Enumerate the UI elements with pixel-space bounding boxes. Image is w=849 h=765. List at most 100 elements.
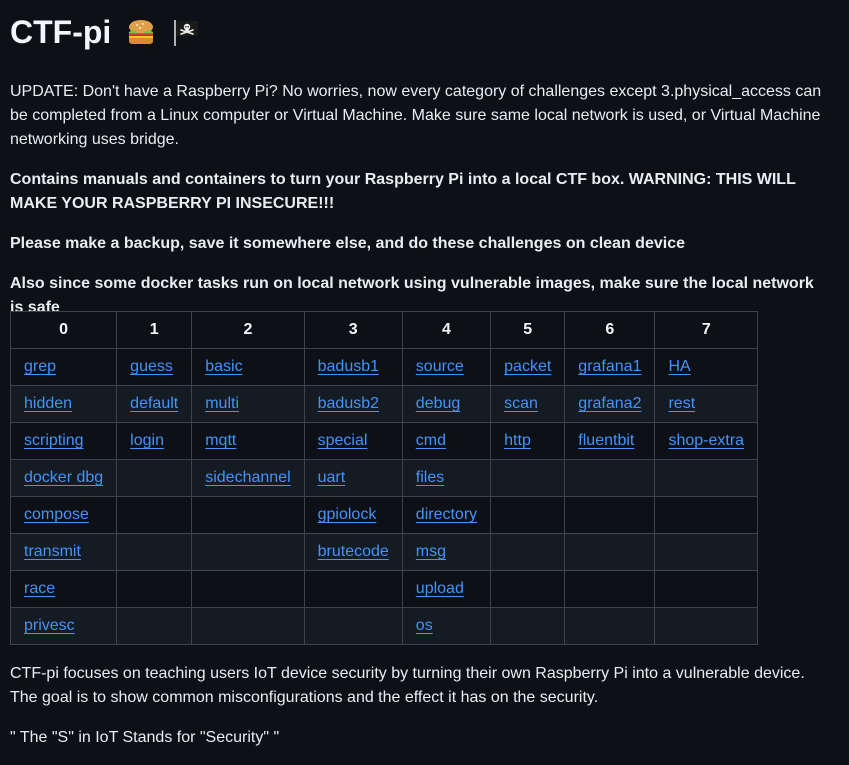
table-cell: grafana1 — [564, 348, 656, 386]
challenge-link-compose[interactable]: compose — [24, 506, 89, 523]
challenge-link-hidden[interactable]: hidden — [24, 395, 72, 412]
challenge-link-http[interactable]: http — [504, 432, 531, 449]
challenge-link-grafana2[interactable]: grafana2 — [578, 395, 641, 412]
challenge-link-special[interactable]: special — [318, 432, 368, 449]
challenge-link-shop-extra[interactable]: shop-extra — [668, 432, 744, 449]
table-cell — [116, 570, 193, 608]
challenge-link-ha[interactable]: HA — [668, 358, 690, 375]
table-row: privesc os — [9, 607, 759, 645]
table-cell: source — [401, 348, 492, 386]
table-cell: basic — [191, 348, 305, 386]
challenge-link-directory[interactable]: directory — [416, 506, 477, 523]
challenge-link-grafana1[interactable]: grafana1 — [578, 358, 641, 375]
table-cell: badusb2 — [303, 385, 403, 423]
table-cell — [490, 607, 566, 645]
table-cell — [490, 496, 566, 534]
challenge-link-os[interactable]: os — [416, 617, 433, 634]
table-cell: msg — [401, 533, 492, 571]
challenge-link-default[interactable]: default — [130, 395, 178, 412]
table-cell: badusb1 — [303, 348, 403, 386]
challenge-link-fluentbit[interactable]: fluentbit — [578, 432, 634, 449]
table-cell — [564, 570, 656, 608]
table-cell — [116, 496, 193, 534]
table-cell: compose — [9, 496, 118, 534]
table-cell — [116, 533, 193, 571]
quote-paragraph: " The "S" in IoT Stands for "Security" " — [10, 729, 280, 746]
table-cell: privesc — [9, 607, 118, 645]
challenge-link-uart[interactable]: uart — [318, 469, 346, 486]
table-cell: shop-extra — [654, 422, 759, 460]
column-header-7: 7 — [654, 311, 759, 349]
table-cell — [654, 570, 759, 608]
table-row: hidden default multi badusb2 debug scan grafan… — [9, 385, 759, 423]
challenge-link-files[interactable]: files — [416, 469, 444, 486]
table-cell — [564, 459, 656, 497]
challenge-link-multi[interactable]: multi — [205, 395, 239, 412]
column-header-0: 0 — [9, 311, 118, 349]
challenge-link-source[interactable]: source — [416, 358, 464, 375]
table-cell — [191, 607, 305, 645]
table-cell — [490, 459, 566, 497]
challenge-table: 01234567 grep guess basic badusb1 source pack… — [9, 311, 759, 645]
challenge-link-grep[interactable]: grep — [24, 358, 56, 375]
challenge-link-sidechannel[interactable]: sidechannel — [205, 469, 290, 486]
column-header-2: 2 — [191, 311, 305, 349]
table-cell — [303, 570, 403, 608]
table-cell: special — [303, 422, 403, 460]
challenge-link-brutecode[interactable]: brutecode — [318, 543, 389, 560]
table-cell: os — [401, 607, 492, 645]
challenge-link-docker-dbg[interactable]: docker dbg — [24, 469, 103, 486]
table-row: grep guess basic badusb1 source packet grafana… — [9, 348, 759, 386]
challenge-link-packet[interactable]: packet — [504, 358, 551, 375]
table-row: transmit brutecode msg — [9, 533, 759, 571]
challenge-link-guess[interactable]: guess — [130, 358, 173, 375]
table-cell — [191, 533, 305, 571]
table-cell: scripting — [9, 422, 118, 460]
table-cell — [490, 570, 566, 608]
table-cell — [116, 459, 193, 497]
table-cell: packet — [490, 348, 566, 386]
table-cell: upload — [401, 570, 492, 608]
table-cell — [191, 570, 305, 608]
challenge-link-login[interactable]: login — [130, 432, 164, 449]
challenge-link-badusb2[interactable]: badusb2 — [318, 395, 379, 412]
table-cell: grep — [9, 348, 118, 386]
table-cell: guess — [116, 348, 193, 386]
challenge-link-upload[interactable]: upload — [416, 580, 464, 597]
table-cell: http — [490, 422, 566, 460]
table-cell: grafana2 — [564, 385, 656, 423]
table-row: scripting login mqtt special cmd http fluentbi… — [9, 422, 759, 460]
table-row: compose gpiolock directory — [9, 496, 759, 534]
update-paragraph: UPDATE: Don't have a Raspberry Pi? No wo… — [10, 83, 822, 148]
challenge-link-gpiolock[interactable]: gpiolock — [318, 506, 377, 523]
table-cell — [654, 607, 759, 645]
pirate-flag-icon — [174, 20, 199, 46]
challenge-link-privesc[interactable]: privesc — [24, 617, 75, 634]
table-cell — [654, 533, 759, 571]
challenge-link-race[interactable]: race — [24, 580, 55, 597]
table-cell: transmit — [9, 533, 118, 571]
challenge-link-basic[interactable]: basic — [205, 358, 242, 375]
table-cell — [654, 459, 759, 497]
table-cell: HA — [654, 348, 759, 386]
challenge-link-scripting[interactable]: scripting — [24, 432, 84, 449]
challenge-link-msg[interactable]: msg — [416, 543, 446, 560]
table-cell: files — [401, 459, 492, 497]
challenge-link-badusb1[interactable]: badusb1 — [318, 358, 379, 375]
challenge-link-cmd[interactable]: cmd — [416, 432, 446, 449]
challenge-link-rest[interactable]: rest — [668, 395, 695, 412]
table-cell — [303, 607, 403, 645]
warning-paragraph: Contains manuals and containers to turn … — [10, 171, 796, 212]
column-header-3: 3 — [303, 311, 403, 349]
table-cell — [116, 607, 193, 645]
challenge-link-scan[interactable]: scan — [504, 395, 538, 412]
backup-paragraph: Please make a backup, save it somewhere … — [10, 235, 685, 252]
challenge-link-debug[interactable]: debug — [416, 395, 461, 412]
table-cell: hidden — [9, 385, 118, 423]
table-cell — [490, 533, 566, 571]
table-cell — [564, 607, 656, 645]
table-cell: default — [116, 385, 193, 423]
challenge-link-mqtt[interactable]: mqtt — [205, 432, 236, 449]
challenge-link-transmit[interactable]: transmit — [24, 543, 81, 560]
table-cell: rest — [654, 385, 759, 423]
